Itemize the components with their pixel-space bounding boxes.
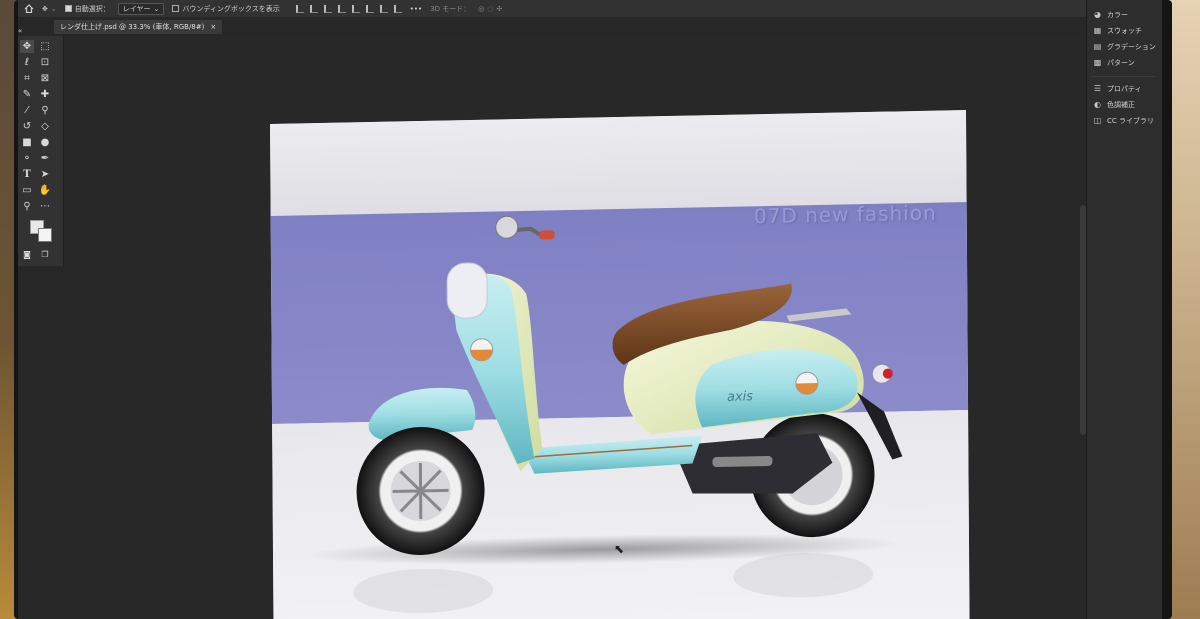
- checkbox-checked-icon: [64, 5, 72, 12]
- close-tab-icon[interactable]: ×: [210, 20, 216, 34]
- toolbar: « ✥ ⬚ ℓ ⊡ ⌗ ⊠ ✎ ✚ ⁄ ⚲ ↺ ◇ ■ ● ⚬ ✒ T ➤ ▭ …: [18, 27, 64, 266]
- align-top-icon[interactable]: [337, 4, 346, 13]
- panel-adjustments[interactable]: ◐ 色調補正: [1093, 98, 1135, 112]
- front-wheel-reflection: [353, 568, 494, 613]
- photoshop-window: ✥ ⌄ 自動選択： レイヤー ⌄ バウンディングボックスを表示 ••• 3D モード…: [18, 0, 1162, 619]
- distribute-icon[interactable]: [379, 4, 388, 13]
- auto-select-checkbox[interactable]: 自動選択：: [64, 4, 110, 14]
- rear-rack: [786, 308, 852, 322]
- panel-label: スウォッチ: [1107, 27, 1142, 35]
- axis-badge: axis: [727, 389, 753, 405]
- more-tools-icon[interactable]: ⋯: [38, 200, 52, 213]
- eyedropper-tool-icon[interactable]: ✎: [20, 88, 34, 101]
- rear-wheel-reflection: [733, 553, 874, 598]
- collapse-toolbar-icon[interactable]: «: [18, 25, 27, 38]
- document-title: レンダ仕上げ.psd @ 33.3% (車体, RGB/8#): [60, 23, 205, 31]
- panel-gradients[interactable]: ▤ グラデーション: [1093, 40, 1156, 54]
- 3d-tool-icons: ◎ ◌ ✣: [478, 5, 502, 13]
- pan-3d-icon[interactable]: ✣: [496, 5, 502, 13]
- panel-swatches[interactable]: ▦ スウォッチ: [1093, 24, 1142, 38]
- screen-mode-icon[interactable]: ❐: [38, 248, 52, 261]
- orbit-icon[interactable]: ◎: [478, 5, 484, 13]
- checkbox-unchecked-icon: [172, 5, 180, 12]
- move-tool-icon[interactable]: ✥: [20, 40, 34, 53]
- history-brush-tool-icon[interactable]: ↺: [20, 120, 34, 133]
- bounding-box-label: バウンディングボックスを表示: [182, 4, 280, 13]
- distribute-vertical-icon[interactable]: [393, 4, 402, 13]
- text-tool-icon[interactable]: T: [20, 168, 34, 181]
- canvas-area[interactable]: 07D new fashion axis ⬉: [64, 36, 1088, 619]
- swatches-icon: ▦: [1093, 26, 1102, 35]
- libraries-icon: ◫: [1093, 116, 1102, 125]
- pattern-icon: ▩: [1093, 58, 1102, 67]
- auto-select-label: 自動選択：: [74, 4, 110, 13]
- auto-select-target-dropdown[interactable]: レイヤー ⌄: [117, 2, 165, 15]
- panel-label: カラー: [1107, 11, 1128, 19]
- align-right-icon[interactable]: [323, 4, 332, 13]
- align-center-icon[interactable]: [309, 4, 318, 13]
- 3d-mode-label: 3D モード：: [430, 4, 471, 13]
- rectangle-tool-icon[interactable]: ▭: [20, 184, 34, 197]
- document-tab[interactable]: レンダ仕上げ.psd @ 33.3% (車体, RGB/8#) ×: [54, 20, 223, 34]
- align-left-icon[interactable]: [295, 4, 304, 13]
- move-icon: ✥: [42, 4, 48, 13]
- mirror: [495, 215, 519, 239]
- align-buttons: [295, 4, 402, 13]
- front-wheel: [356, 426, 485, 555]
- auto-select-target-value: レイヤー: [122, 4, 151, 13]
- properties-icon: ☰: [1093, 84, 1102, 93]
- home-icon: [24, 4, 34, 13]
- gradient-icon: ▤: [1093, 42, 1102, 51]
- panel-divider: [1091, 76, 1155, 77]
- grip: [538, 230, 555, 240]
- quick-mask-icon[interactable]: ◙: [20, 248, 34, 261]
- panel-label: グラデーション: [1107, 43, 1156, 51]
- marquee-tool-icon[interactable]: ⬚: [38, 40, 52, 53]
- panel-label: CC ライブラリ: [1107, 117, 1155, 125]
- crop-tool-icon[interactable]: ⌗: [20, 72, 34, 85]
- panel-dock: ◕ カラー ▦ スウォッチ ▤ グラデーション ▩ パターン ☰ プロパティ ◐…: [1086, 0, 1162, 619]
- eraser-tool-icon[interactable]: ◇: [38, 120, 52, 133]
- hand-tool-icon[interactable]: ✋: [38, 184, 52, 197]
- panel-color[interactable]: ◕ カラー: [1093, 8, 1128, 22]
- engine-pipe: [712, 456, 773, 468]
- adjustments-icon: ◐: [1094, 100, 1101, 109]
- panel-patterns[interactable]: ▩ パターン: [1093, 56, 1135, 70]
- align-bottom-icon[interactable]: [365, 4, 374, 13]
- panel-label: パターン: [1107, 59, 1135, 67]
- object-select-tool-icon[interactable]: ⊡: [38, 56, 52, 69]
- dodge-tool-icon[interactable]: ⚬: [20, 152, 34, 165]
- brush-tool-icon[interactable]: ⁄: [20, 104, 34, 117]
- panel-label: 色調補正: [1107, 101, 1135, 109]
- healing-tool-icon[interactable]: ✚: [38, 88, 52, 101]
- floorboard: [522, 435, 703, 474]
- panel-libraries[interactable]: ◫ CC ライブラリ: [1093, 114, 1154, 128]
- options-bar: ✥ ⌄ 自動選択： レイヤー ⌄ バウンディングボックスを表示 ••• 3D モード…: [18, 0, 1162, 17]
- show-bounding-box-checkbox[interactable]: バウンディングボックスを表示: [172, 4, 280, 14]
- pen-tool-icon[interactable]: ✒: [38, 152, 52, 165]
- palette-icon: ◕: [1094, 10, 1101, 19]
- more-options-button[interactable]: •••: [410, 5, 422, 13]
- headlight: [446, 262, 488, 319]
- panel-properties[interactable]: ☰ プロパティ: [1093, 82, 1142, 96]
- panel-label: プロパティ: [1107, 85, 1142, 93]
- mouse-cursor-icon: ⬉: [614, 542, 625, 556]
- lasso-tool-icon[interactable]: ℓ: [20, 56, 34, 69]
- frame-tool-icon[interactable]: ⊠: [38, 72, 52, 85]
- path-select-tool-icon[interactable]: ➤: [38, 168, 52, 181]
- chevron-down-icon: ⌄: [50, 4, 57, 13]
- blur-tool-icon[interactable]: ●: [38, 136, 52, 149]
- home-button[interactable]: [24, 4, 34, 13]
- move-tool-preset[interactable]: ✥ ⌄: [42, 5, 57, 13]
- chevron-down-icon: ⌄: [153, 4, 160, 13]
- zoom-tool-icon[interactable]: ⚲: [20, 200, 34, 213]
- roll-icon[interactable]: ◌: [487, 5, 493, 13]
- stamp-tool-icon[interactable]: ⚲: [38, 104, 52, 117]
- background-color-swatch[interactable]: [38, 228, 52, 242]
- align-middle-icon[interactable]: [351, 4, 360, 13]
- gradient-tool-icon[interactable]: ■: [20, 136, 34, 149]
